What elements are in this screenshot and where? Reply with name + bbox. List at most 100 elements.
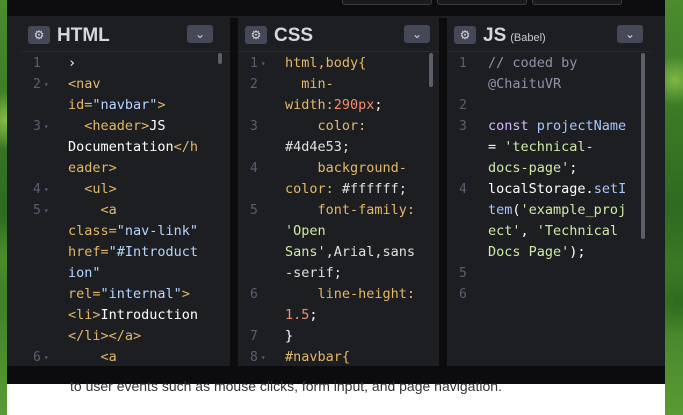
code-token: eader> [68,160,117,176]
chevron-down-icon[interactable]: ⌄ [404,25,430,43]
code-token: -serif; [285,265,342,281]
code-line: line-height: [285,284,416,305]
code-line: <a [68,347,117,366]
code-token: Docs Page' [488,244,570,260]
css-pane-header: ⚙ CSS ⌄ [238,18,439,52]
code-token: <header> [68,118,150,134]
code-token: › [68,55,77,71]
code-token: color: [285,181,342,197]
line-number: 4 ▾ [33,182,49,197]
pane-divider[interactable] [439,18,447,366]
code-token: 'Open [285,223,326,239]
css-code-area[interactable]: 1 ▾ 2 3 4 5 6 7 8 ▾ html,body{ min-width:290px; c… [238,52,439,366]
code-token: Documentation [68,139,174,155]
html-pane-header: ⚙ HTML ⌄ [21,18,230,52]
code-token: 'technical- [504,139,594,155]
code-line: docs-page'; [488,158,577,179]
scrollbar[interactable] [218,53,222,64]
code-token: . [585,181,594,197]
preview-page: to user events such as mouse clicks, for… [7,378,665,415]
pane-title: CSS [274,25,314,46]
js-code-area[interactable]: 1 2 3 4 5 6 // coded by @ChaituVR const project… [447,52,651,366]
fold-arrow-icon[interactable]: ▾ [44,80,49,89]
code-token: <li> [68,307,101,323]
fold-arrow-icon[interactable]: ▾ [44,206,49,215]
chevron-down-icon[interactable]: ⌄ [617,25,643,43]
top-toolbar [7,0,665,16]
code-token: "#Introduct [108,244,199,260]
code-token: 'Technical [536,223,619,239]
code-token: Introduction [100,307,199,323]
toolbar-button[interactable] [342,0,432,5]
fold-arrow-icon[interactable]: ▾ [44,353,49,362]
code-line: html,body{ [285,53,366,74]
gear-icon[interactable]: ⚙ [245,26,267,44]
js-pane-header: ⚙ JS (Babel) ⌄ [447,18,651,52]
code-token: ); [569,244,586,260]
code-line: 'Open [285,221,326,242]
line-number: 1 [459,56,467,71]
code-token: <nav [68,76,101,92]
chevron-down-icon[interactable]: ⌄ [187,25,213,43]
code-token: // coded by [488,55,578,71]
pane-divider[interactable] [230,18,238,366]
pane-title: HTML [57,25,110,46]
fold-arrow-icon[interactable]: ▾ [44,122,49,131]
code-token: id= [68,97,93,113]
code-line: id="navbar"> [68,95,166,116]
gear-icon[interactable]: ⚙ [28,26,50,44]
code-line: const projectName [488,116,626,137]
gear-icon[interactable]: ⚙ [454,26,476,44]
code-line: color: [285,116,367,137]
code-token: ,Arial,sans [325,244,416,260]
toolbar-button[interactable] [437,0,527,5]
code-token: "internal" [100,286,182,302]
code-token: <ul> [68,181,117,197]
fold-arrow-icon[interactable]: ▾ [261,353,266,362]
code-token: #navbar{ [285,349,351,365]
line-number: 5 [459,266,467,281]
code-line: href="#Introduct [68,242,198,263]
fold-arrow-icon[interactable]: ▾ [261,59,266,68]
code-token: localStorage [488,181,586,197]
line-gutter: 1 2 3 4 5 6 [447,52,487,366]
code-line: Sans',Arial,sans [285,242,415,263]
code-line: <header>JS [68,116,166,137]
js-pane: ⚙ JS (Babel) ⌄ 1 2 3 4 5 6 // coded by @ChaituV… [447,18,651,366]
code-token: "navbar" [92,97,158,113]
code-token: color: [285,118,367,134]
code-line: background- [285,158,407,179]
code-token: font-family: [285,202,416,218]
code-token: ; [309,307,318,323]
code-token: min- [285,76,334,92]
scrollbar[interactable] [641,53,645,239]
line-number: 4 [459,182,467,197]
code-token: ; [569,160,578,176]
toolbar-button[interactable] [532,0,622,5]
code-token: 'example_proj [520,202,627,218]
code-line: tem('example_proj [488,200,626,221]
line-number: 7 [250,329,258,344]
html-pane: ⚙ HTML ⌄ 1 2 ▾ 3 ▾ 4 ▾ 5 ▾ 6 ▾ › <nav id="navbar"> <… [21,18,230,366]
code-token: "nav-link" [116,223,199,239]
line-number: 1 ▾ [250,56,266,71]
line-number: 3 ▾ [33,119,49,134]
code-token: rel= [68,286,101,302]
line-number: 5 [250,203,258,218]
fold-arrow-icon[interactable]: ▾ [44,185,49,194]
code-token: </h [173,139,199,155]
scrollbar[interactable] [429,53,433,87]
pane-subtitle: (Babel) [510,32,546,44]
line-number: 6 [250,287,258,302]
code-token: setI [593,181,627,197]
line-gutter: 1 ▾ 2 3 4 5 6 7 8 ▾ [238,52,278,366]
html-code-area[interactable]: 1 2 ▾ 3 ▾ 4 ▾ 5 ▾ 6 ▾ › <nav id="navbar"> <header>JS… [21,52,230,366]
code-token: ion" [68,265,101,281]
code-line: ect', 'Technical [488,221,618,242]
line-number: 6 ▾ [33,350,49,365]
code-token: <a [68,349,117,365]
line-number: 3 [250,119,258,134]
code-token: JS [149,118,166,134]
code-line: = 'technical- [488,137,594,158]
line-number: 5 ▾ [33,203,49,218]
